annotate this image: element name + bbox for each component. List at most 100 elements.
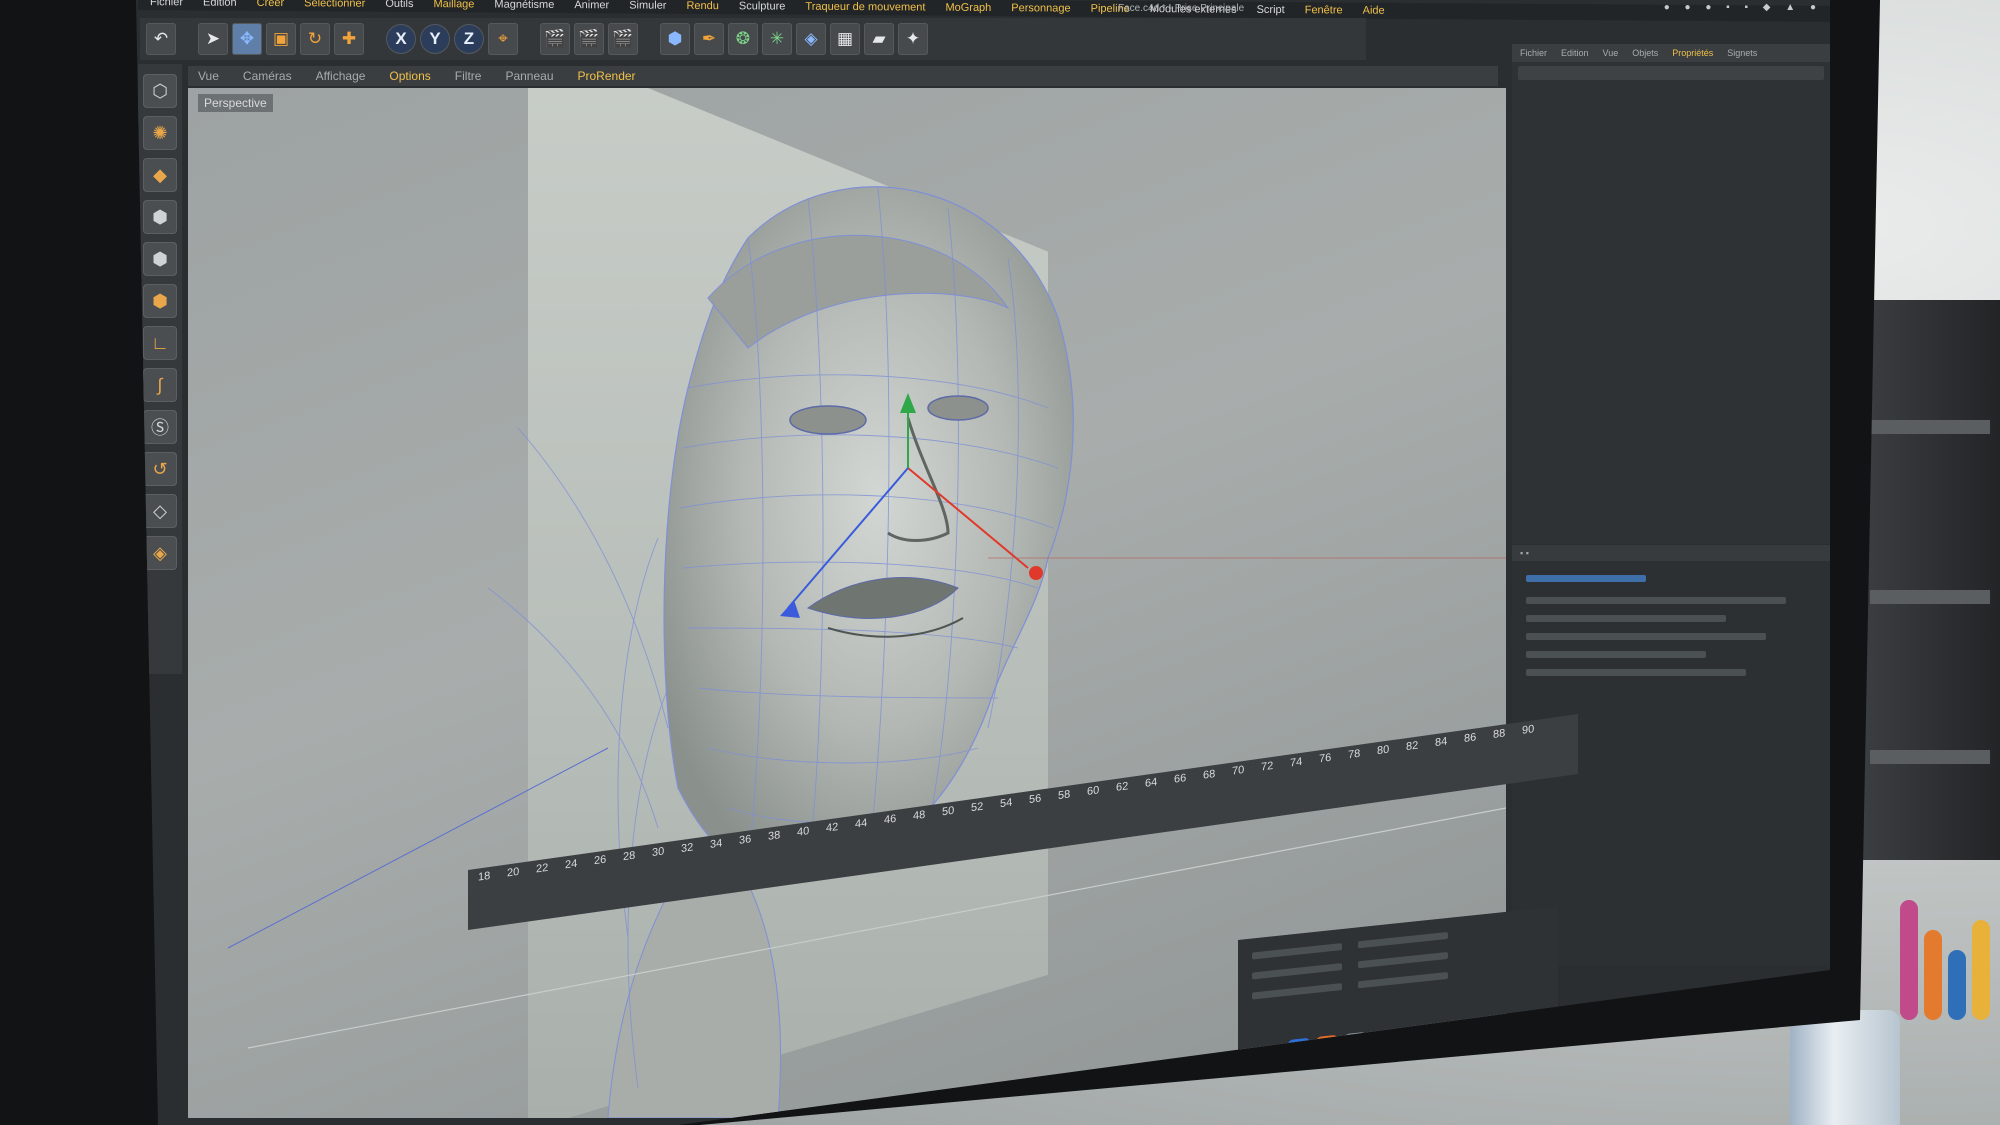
- obj-tab-objets[interactable]: Objets: [1632, 48, 1658, 58]
- palette-button-6[interactable]: ⬢: [143, 284, 177, 318]
- move-tool-button[interactable]: ✥: [232, 23, 262, 55]
- axis-x-toggle[interactable]: X: [386, 24, 416, 54]
- viewport-menu-options[interactable]: Options: [389, 69, 430, 83]
- dock-app-icon[interactable]: [1428, 1022, 1450, 1048]
- dock-app-icon[interactable]: [1288, 1037, 1310, 1062]
- render-view-button[interactable]: 🎬: [540, 23, 570, 55]
- viewport-label: Perspective: [198, 94, 273, 112]
- add-light-button[interactable]: ✦: [898, 23, 928, 55]
- menu-item-aide[interactable]: Aide: [1363, 5, 1385, 17]
- palette-button-5[interactable]: ⬢: [143, 242, 177, 276]
- add-cube-button[interactable]: ⬢: [660, 23, 690, 55]
- attr-selected-tab[interactable]: [1526, 575, 1646, 582]
- obj-tab-vue[interactable]: Vue: [1603, 48, 1619, 58]
- palette-button-12[interactable]: ◈: [143, 536, 177, 570]
- add-array-button[interactable]: ✳: [762, 23, 792, 55]
- dock-app-icon[interactable]: [1316, 1034, 1338, 1060]
- viewport-menu-prorender[interactable]: ProRender: [578, 69, 636, 83]
- render-picture-viewer-button[interactable]: 🎬: [574, 23, 604, 55]
- menu-item-rendu[interactable]: Rendu: [686, 0, 718, 12]
- menu-item-magnetisme[interactable]: Magnétisme: [494, 0, 554, 11]
- add-camera-button[interactable]: ▰: [864, 23, 894, 55]
- timeline-frame-label: 76: [1319, 751, 1332, 766]
- coordinate-system-button[interactable]: ⌖: [488, 23, 518, 55]
- coord-field[interactable]: [1252, 943, 1342, 960]
- attr-slider[interactable]: [1526, 669, 1746, 676]
- dock-app-icon[interactable]: [1344, 1031, 1366, 1057]
- palette-button-3[interactable]: ◆: [143, 158, 177, 192]
- grid-icon: ▦: [836, 29, 854, 48]
- palette-button-2[interactable]: ✺: [143, 116, 177, 150]
- obj-tab-signets[interactable]: Signets: [1727, 48, 1757, 58]
- menu-item-simuler[interactable]: Simuler: [629, 0, 666, 12]
- attr-tab-1[interactable]: ▪ ▪: [1520, 548, 1529, 558]
- add-pen-button[interactable]: ✒: [694, 23, 724, 55]
- attribute-tabs: ▪ ▪: [1512, 545, 1830, 561]
- dock-app-icon[interactable]: [1400, 1025, 1422, 1051]
- menu-item-animer[interactable]: Animer: [574, 0, 609, 11]
- dock-app-icon[interactable]: [1456, 1020, 1478, 1045]
- dock-app-icon[interactable]: [1372, 1028, 1394, 1054]
- menu-item-selectionner[interactable]: Sélectionner: [304, 0, 365, 10]
- menu-item-fichier[interactable]: Fichier: [150, 0, 183, 8]
- viewport-menu-filtre[interactable]: Filtre: [455, 69, 482, 83]
- attr-field[interactable]: [1526, 597, 1786, 604]
- coord-field[interactable]: [1358, 971, 1448, 989]
- timeline-frame-label: 90: [1522, 723, 1535, 737]
- timeline-frame-label: 70: [1232, 763, 1245, 778]
- viewport-menu-affichage[interactable]: Affichage: [316, 69, 366, 83]
- menu-item-maillage[interactable]: Maillage: [433, 0, 474, 10]
- coord-field[interactable]: [1358, 951, 1448, 969]
- palette-button-7[interactable]: ∟: [143, 326, 177, 360]
- menu-item-outils[interactable]: Outils: [385, 0, 413, 10]
- palette-button-10[interactable]: ↺: [143, 452, 177, 486]
- rotate-tool-button[interactable]: ↻: [300, 23, 330, 55]
- menu-item-sculpture[interactable]: Sculpture: [739, 0, 785, 12]
- menu-item-script[interactable]: Script: [1257, 4, 1285, 16]
- attr-field[interactable]: [1526, 615, 1726, 622]
- scale-tool-button[interactable]: ▣: [266, 23, 296, 55]
- obj-tab-fichier[interactable]: Fichier: [1520, 48, 1547, 58]
- obj-tab-proprietes[interactable]: Propriétés: [1672, 48, 1713, 58]
- timeline-frame-label: 64: [1145, 776, 1158, 790]
- menu-item-personnage[interactable]: Personnage: [1011, 2, 1070, 14]
- add-subdivision-button[interactable]: ❂: [728, 23, 758, 55]
- axis-y-toggle[interactable]: Y: [420, 24, 450, 54]
- menu-item-mograph[interactable]: MoGraph: [945, 2, 991, 14]
- timeline-frame-label: 60: [1087, 784, 1100, 799]
- object-row[interactable]: [1518, 66, 1824, 80]
- viewport-menu-cameras[interactable]: Caméras: [243, 69, 292, 83]
- palette-button-1[interactable]: ⬡: [143, 74, 177, 108]
- menu-item-creer[interactable]: Créer: [257, 0, 285, 9]
- coord-field[interactable]: [1358, 931, 1448, 949]
- timeline-frame-label: 26: [594, 853, 607, 868]
- attr-slider[interactable]: [1526, 651, 1706, 658]
- coord-field[interactable]: [1252, 983, 1342, 1000]
- light-icon: ◈: [153, 542, 167, 563]
- screen: Fichier Edition Créer Sélectionner Outil…: [118, 0, 1830, 1125]
- viewport-menu-panneau[interactable]: Panneau: [505, 69, 553, 83]
- menu-item-fenetre[interactable]: Fenêtre: [1305, 4, 1343, 16]
- add-tool-button[interactable]: ✚: [334, 23, 364, 55]
- add-floor-button[interactable]: ▦: [830, 23, 860, 55]
- viewport-menu-vue[interactable]: Vue: [198, 69, 219, 83]
- dock-app-icon[interactable]: [1484, 1017, 1506, 1042]
- undo-button[interactable]: ↶: [146, 23, 176, 55]
- monitor-bezel: Fichier Edition Créer Sélectionner Outil…: [0, 0, 1880, 1125]
- obj-tab-edition[interactable]: Edition: [1561, 48, 1589, 58]
- palette-button-11[interactable]: ◇: [143, 494, 177, 528]
- coord-field[interactable]: [1252, 963, 1342, 980]
- palette-button-8[interactable]: ∫: [143, 368, 177, 402]
- menu-item-edition[interactable]: Edition: [203, 0, 237, 9]
- system-tray-icons: ● ● ● ▪ ▪ ◆ ▲ ●: [1663, 2, 1822, 13]
- palette-button-4[interactable]: ⬢: [143, 200, 177, 234]
- render-settings-button[interactable]: 🎬: [608, 23, 638, 55]
- add-deformer-button[interactable]: ◈: [796, 23, 826, 55]
- palette-button-9[interactable]: Ⓢ: [143, 410, 177, 444]
- attr-field[interactable]: [1526, 633, 1766, 640]
- axis-z-toggle[interactable]: Z: [454, 24, 484, 54]
- clapper-icon: 🎬: [544, 29, 566, 48]
- select-tool-button[interactable]: ➤: [198, 23, 228, 55]
- light-icon: ✦: [905, 29, 921, 48]
- menu-item-traqueur[interactable]: Traqueur de mouvement: [805, 1, 925, 14]
